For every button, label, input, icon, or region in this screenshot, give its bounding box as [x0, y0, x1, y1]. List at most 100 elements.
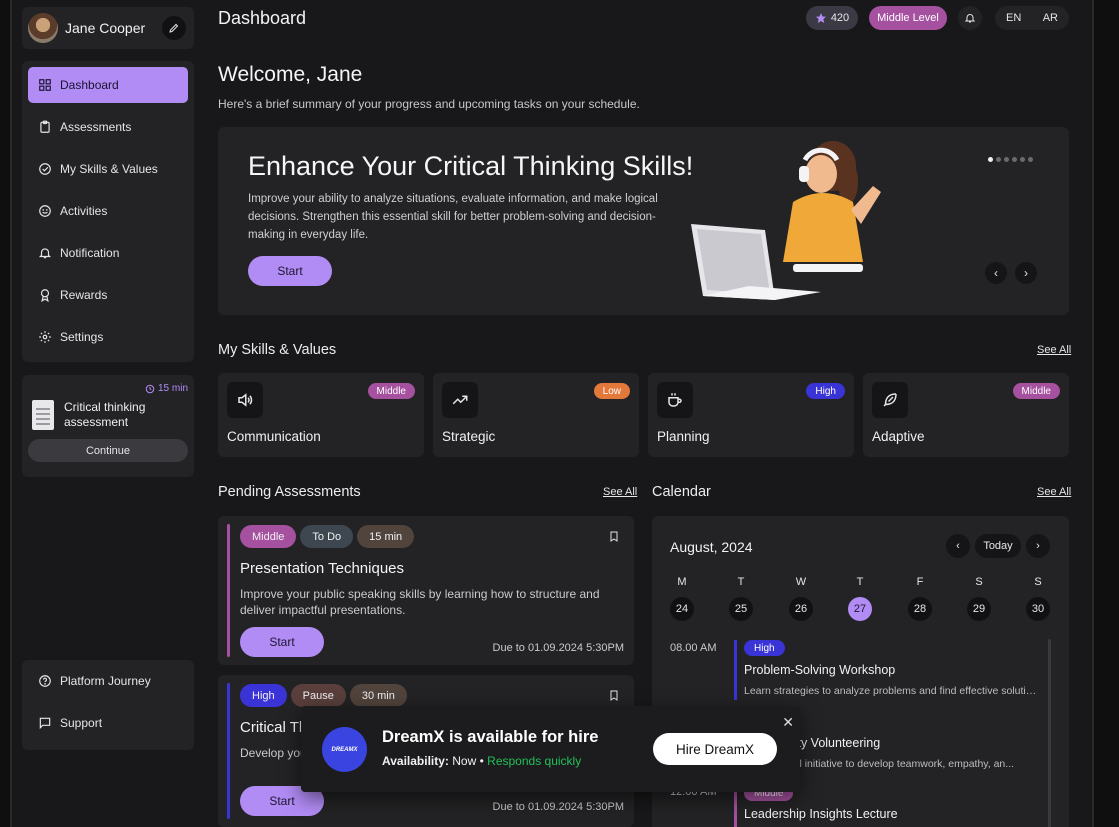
pending-see-all-link[interactable]: See All [603, 486, 637, 498]
sidebar-item-label: Assessments [60, 120, 132, 134]
hero-start-button[interactable]: Start [248, 256, 332, 286]
availability-value: Now [452, 754, 477, 768]
sidebar-item-label: Platform Journey [60, 674, 151, 688]
sidebar-item-label: My Skills & Values [60, 162, 158, 176]
pencil-icon [169, 23, 179, 33]
skill-card-communication[interactable]: Middle Communication [218, 373, 424, 457]
carousel-dot[interactable] [1028, 157, 1033, 162]
bookmark-icon[interactable] [608, 689, 620, 702]
calendar-day[interactable]: 30 [1026, 597, 1050, 621]
carousel-prev-button[interactable]: ‹ [985, 262, 1007, 284]
message-icon [39, 717, 51, 730]
sidebar-item-rewards[interactable]: Rewards [28, 277, 188, 313]
weekday-label: T [856, 576, 864, 588]
hire-toast: DREAMX DreamX is available for hire Avai… [301, 706, 800, 792]
sidebar-item-settings[interactable]: Settings [28, 319, 188, 355]
skill-label: Communication [227, 429, 321, 444]
weekday-label: S [975, 576, 983, 588]
calendar-prev-button[interactable]: ‹ [946, 534, 970, 558]
sidebar-item-support[interactable]: Support [28, 705, 188, 741]
coffee-icon [657, 382, 693, 418]
chevron-left-icon: ‹ [994, 266, 998, 280]
points-value: 420 [830, 12, 850, 24]
carousel-dot[interactable] [996, 157, 1001, 162]
dashboard-icon [39, 79, 51, 91]
hero-banner: Enhance Your Critical Thinking Skills! I… [218, 127, 1069, 315]
event-title[interactable]: Leadership Insights Lecture [744, 807, 898, 821]
edit-profile-button[interactable] [162, 16, 186, 40]
page-title: Dashboard [218, 8, 307, 28]
calendar-day[interactable]: 25 [729, 597, 753, 621]
continue-assessment-card: 15 min Critical thinking assessment Cont… [22, 375, 194, 477]
sidebar-item-activities[interactable]: Activities [28, 193, 188, 229]
carousel-dots [988, 157, 1033, 162]
assessment-due-date: Due to 01.09.2024 5:30PM [492, 801, 624, 813]
sidebar-nav: Dashboard Assessments My Skills & Values… [22, 61, 194, 362]
calendar-section-title: Calendar [652, 484, 711, 500]
hire-button[interactable]: Hire DreamX [653, 733, 777, 765]
skill-card-adaptive[interactable]: Middle Adaptive [863, 373, 1069, 457]
sidebar-item-dashboard[interactable]: Dashboard [28, 67, 188, 103]
carousel-dot[interactable] [1012, 157, 1017, 162]
event-badge: High [744, 640, 785, 656]
carousel-dot[interactable] [1020, 157, 1025, 162]
feather-icon [872, 382, 908, 418]
bookmark-icon[interactable] [608, 530, 620, 543]
toast-title: DreamX is available for hire [382, 728, 599, 746]
calendar-next-button[interactable]: › [1026, 534, 1050, 558]
events-scrollbar[interactable] [1048, 639, 1051, 827]
assessment-title: Critical thinking assessment [64, 400, 146, 429]
star-icon [815, 13, 826, 23]
event-title[interactable]: Problem-Solving Workshop [744, 663, 895, 677]
award-icon [40, 289, 50, 302]
continue-button[interactable]: Continue [28, 439, 188, 462]
close-icon[interactable]: ✕ [782, 714, 794, 731]
notifications-button[interactable] [958, 6, 982, 30]
calendar-day[interactable]: 29 [967, 597, 991, 621]
sidebar-item-label: Settings [60, 330, 104, 344]
document-icon [32, 400, 54, 430]
calendar-see-all-link[interactable]: See All [1037, 486, 1071, 498]
carousel-next-button[interactable]: › [1015, 262, 1037, 284]
calendar-today-button[interactable]: Today [975, 534, 1021, 558]
lang-ar[interactable]: AR [1036, 12, 1065, 24]
bell-icon [964, 14, 976, 23]
calendar-month: August, 2024 [670, 539, 753, 555]
skills-see-all-link[interactable]: See All [1037, 344, 1071, 356]
skill-level-badge: Middle [1012, 383, 1060, 399]
weekday-label: W [795, 576, 807, 588]
sidebar-item-skills[interactable]: My Skills & Values [28, 151, 188, 187]
clipboard-icon [40, 120, 50, 133]
calendar-day[interactable]: 28 [908, 597, 932, 621]
hero-illustration [691, 141, 881, 300]
skill-card-planning[interactable]: High Planning [648, 373, 854, 457]
points-badge[interactable]: 420 [806, 6, 858, 30]
weekday-label: S [1034, 576, 1042, 588]
event-accent [734, 640, 737, 700]
level-badge[interactable]: Middle Level [869, 6, 947, 30]
assessment-card[interactable]: Middle To Do 15 min Presentation Techniq… [218, 516, 634, 665]
skill-card-strategic[interactable]: Low Strategic [433, 373, 639, 457]
carousel-dot[interactable] [988, 157, 993, 162]
help-circle-icon [39, 675, 51, 687]
carousel-dot[interactable] [1004, 157, 1009, 162]
lang-en[interactable]: EN [999, 12, 1028, 24]
profile-card[interactable]: Jane Cooper [22, 7, 194, 49]
calendar-day[interactable]: 26 [789, 597, 813, 621]
skill-label: Adaptive [872, 429, 925, 444]
skill-level-badge: Middle [367, 383, 415, 399]
sidebar-item-platform-journey[interactable]: Platform Journey [28, 663, 188, 699]
duration-tag: 30 min [349, 684, 407, 707]
gear-icon [39, 331, 51, 343]
sidebar-item-notification[interactable]: Notification [28, 235, 188, 271]
calendar-day-selected[interactable]: 27 [848, 597, 872, 621]
calendar-day[interactable]: 24 [670, 597, 694, 621]
status-tag: To Do [300, 525, 354, 548]
assessment-start-button[interactable]: Start [240, 627, 324, 657]
trending-up-icon [442, 382, 478, 418]
clock-icon [145, 384, 155, 393]
sidebar-item-assessments[interactable]: Assessments [28, 109, 188, 145]
pending-section-title: Pending Assessments [218, 484, 361, 500]
sidebar-item-label: Support [60, 716, 103, 730]
assessment-duration: 15 min [28, 383, 188, 394]
